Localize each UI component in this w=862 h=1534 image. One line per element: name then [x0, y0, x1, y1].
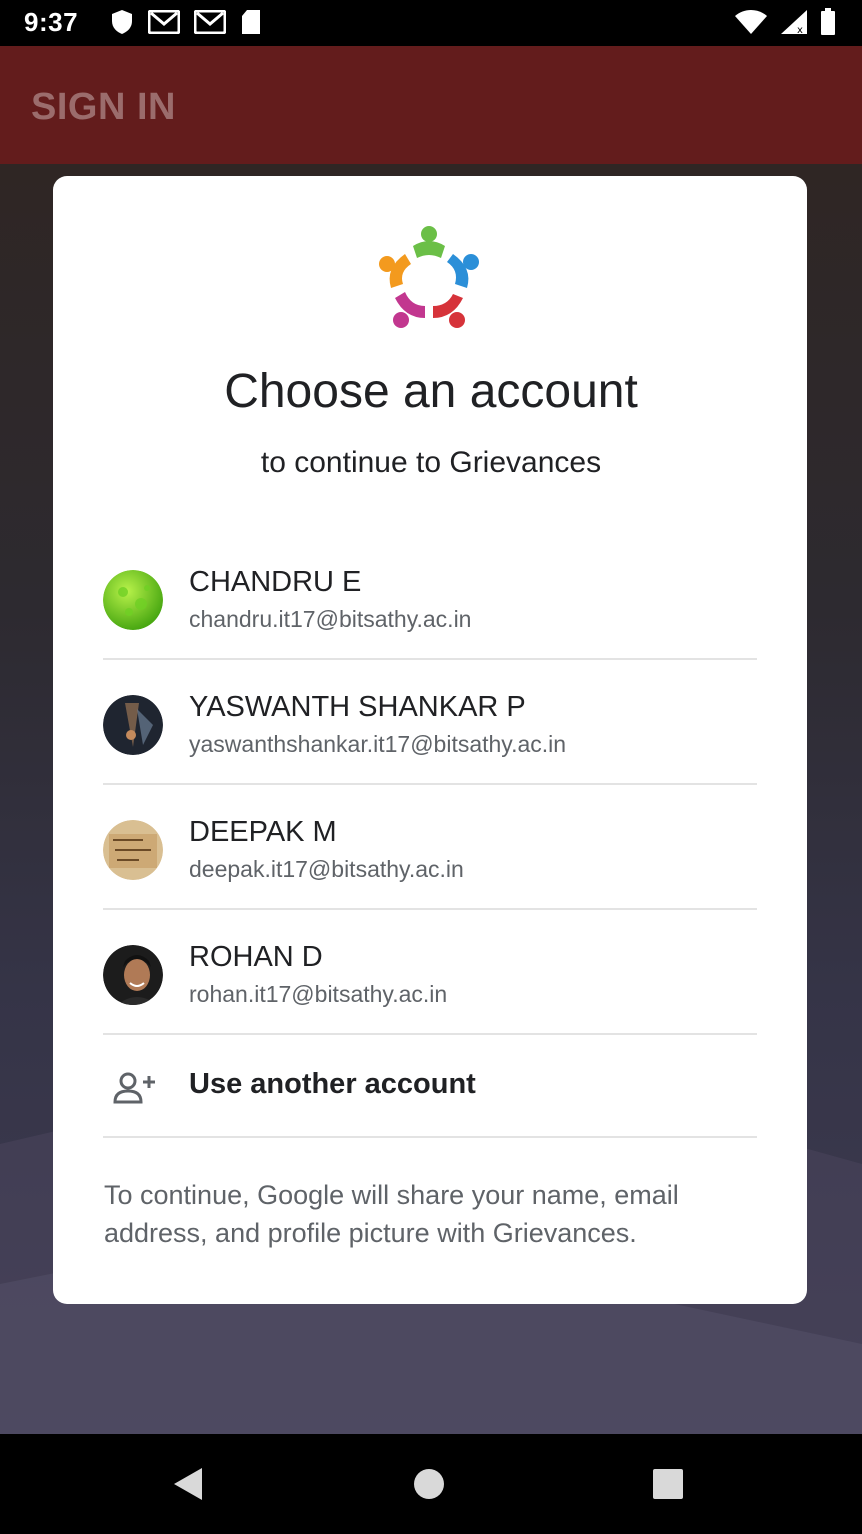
account-email: rohan.it17@bitsathy.ac.in — [189, 981, 448, 1007]
shield-icon — [112, 10, 132, 34]
system-icons: x — [734, 8, 836, 36]
account-name: DEEPAK M — [189, 816, 337, 848]
account-name: YASWANTH SHANKAR P — [189, 691, 526, 723]
wifi-icon — [735, 10, 767, 34]
divider — [103, 658, 757, 660]
avatar — [103, 945, 163, 1005]
navigation-bar — [0, 1434, 862, 1534]
green-ball-avatar-icon — [103, 570, 163, 630]
dialog-subtitle: to continue to Grievances — [260, 446, 602, 479]
status-time: 9:37 — [24, 7, 79, 37]
signal-icon: x — [781, 10, 807, 35]
account-name: ROHAN D — [189, 941, 323, 973]
home-icon[interactable] — [413, 1468, 445, 1500]
battery-icon — [821, 8, 835, 35]
account-name: CHANDRU E — [189, 566, 362, 598]
divider — [103, 1136, 757, 1138]
divider — [103, 1033, 757, 1035]
person-photo-avatar-icon — [103, 945, 163, 1005]
account-item-chandru[interactable]: CHANDRU E chandru.it17@bitsathy.ac.in — [103, 536, 757, 660]
divider — [103, 783, 757, 785]
dark-photo-avatar-icon — [103, 695, 163, 755]
svg-text:x: x — [797, 25, 803, 35]
add-person-icon — [113, 1072, 155, 1104]
account-item-rohan[interactable]: ROHAN D rohan.it17@bitsathy.ac.in — [103, 911, 757, 1035]
use-another-account-button[interactable]: Use another account — [103, 1036, 757, 1136]
paper-photo-avatar-icon — [103, 820, 163, 880]
use-another-account-label: Use another account — [189, 1068, 476, 1100]
gmail-icon — [148, 10, 180, 34]
avatar — [103, 695, 163, 755]
notification-icons — [110, 8, 262, 36]
divider — [103, 908, 757, 910]
account-email: yaswanthshankar.it17@bitsathy.ac.in — [189, 731, 567, 757]
recents-icon[interactable] — [652, 1468, 684, 1500]
account-item-yaswanth[interactable]: YASWANTH SHANKAR P yaswanthshankar.it17@… — [103, 661, 757, 785]
avatar — [103, 570, 163, 630]
status-bar: 9:37 x — [0, 0, 862, 46]
app-title: SIGN IN — [31, 86, 176, 128]
avatar — [103, 820, 163, 880]
account-item-deepak[interactable]: DEEPAK M deepak.it17@bitsathy.ac.in — [103, 786, 757, 910]
privacy-disclaimer: To continue, Google will share your name… — [104, 1180, 679, 1248]
account-email: deepak.it17@bitsathy.ac.in — [189, 856, 464, 882]
sd-card-icon — [242, 10, 260, 34]
account-email: chandru.it17@bitsathy.ac.in — [189, 606, 472, 632]
dialog-title: Choose an account — [224, 365, 638, 418]
gmail-icon — [194, 10, 226, 34]
back-icon[interactable] — [170, 1466, 206, 1502]
grievances-logo-icon — [379, 226, 479, 328]
